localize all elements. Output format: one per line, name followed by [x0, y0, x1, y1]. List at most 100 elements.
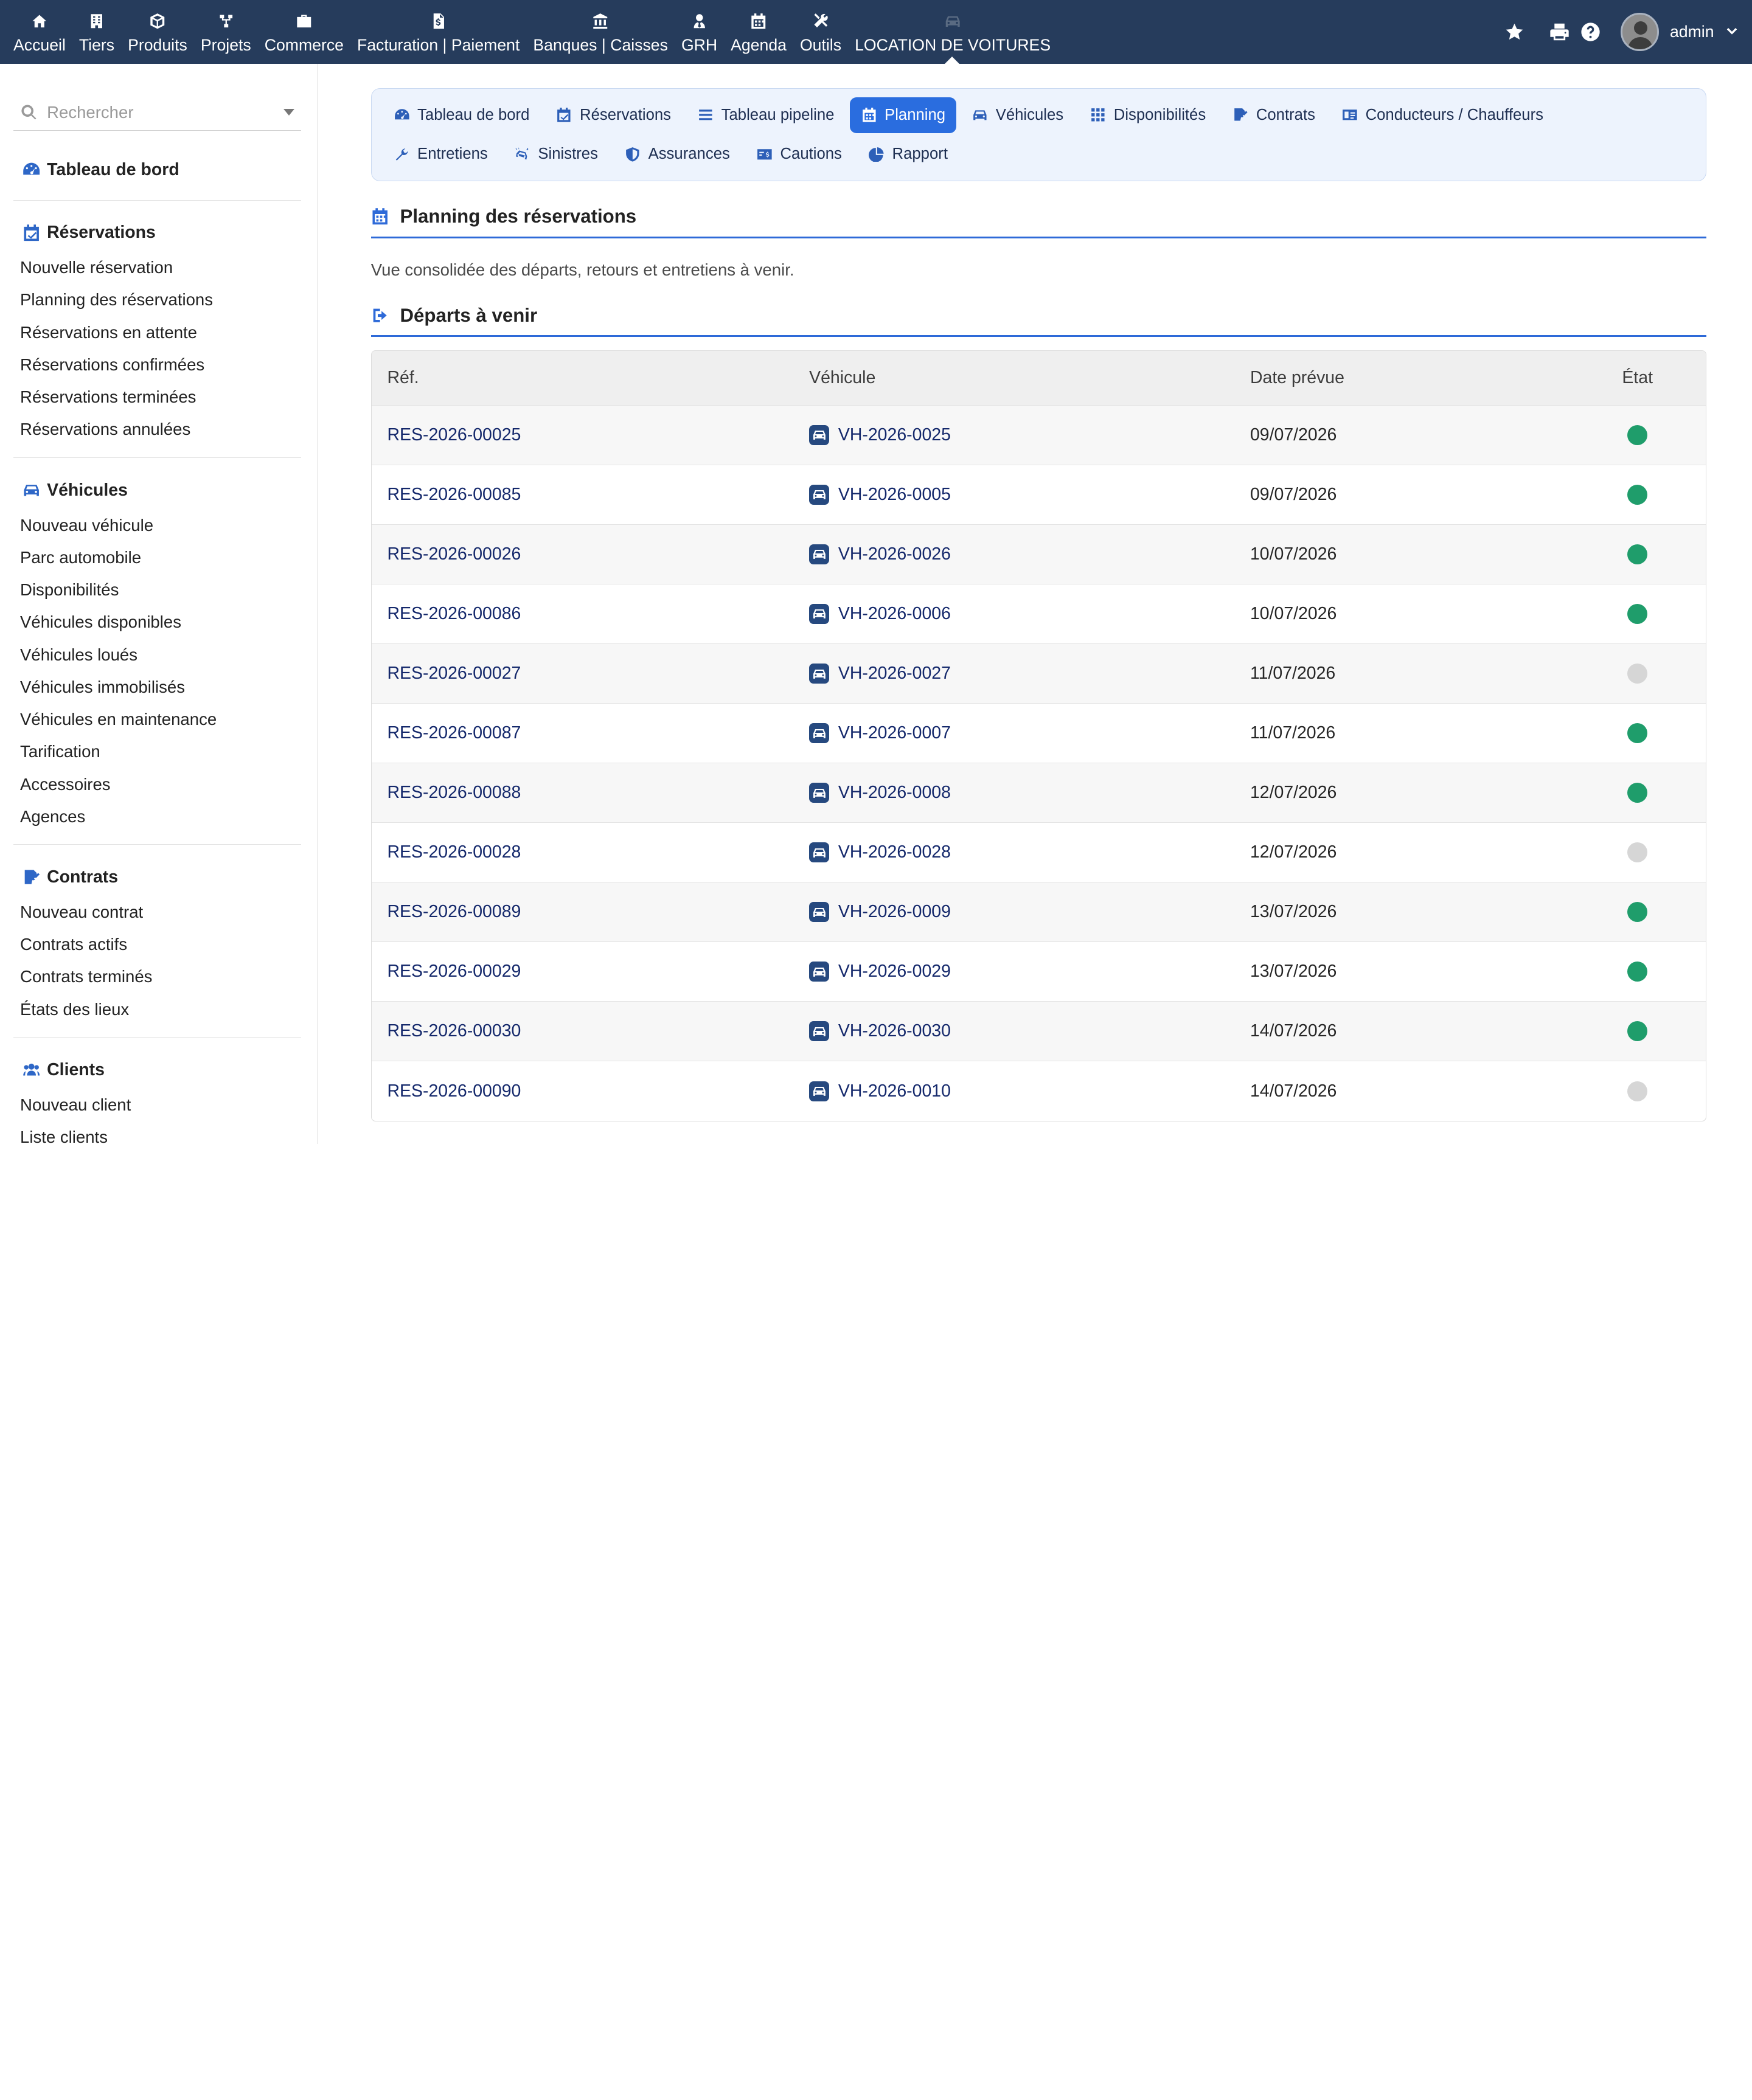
user-avatar[interactable] — [1621, 13, 1659, 51]
vehicle-link[interactable]: VH-2026-0010 — [838, 1081, 951, 1101]
vehicle-icon — [809, 962, 830, 982]
page-description: Vue consolidée des départs, retours et e… — [370, 260, 794, 280]
reservation-ref-link[interactable]: RES-2026-00027 — [387, 664, 521, 683]
sidebar-item-parc-automobile[interactable]: Parc automobile — [13, 542, 301, 574]
sidebar-item-nouvelle-reservation[interactable]: Nouvelle réservation — [13, 252, 301, 284]
sidebar-item-accessoires[interactable]: Accessoires — [13, 768, 301, 800]
vehicle-link[interactable]: VH-2026-0029 — [838, 962, 951, 982]
search-dropdown-caret-icon[interactable] — [283, 109, 294, 116]
sidebar-heading-contrats[interactable]: Contrats — [13, 858, 301, 896]
reservation-ref-link[interactable]: RES-2026-00026 — [387, 544, 521, 564]
tab-rapport[interactable]: Rapport — [858, 136, 959, 172]
top-nav-item-tiers[interactable]: Tiers — [72, 0, 121, 64]
sidebar-item-reservations-terminees[interactable]: Réservations terminées — [13, 381, 301, 414]
vehicle-link[interactable]: VH-2026-0030 — [838, 1021, 951, 1041]
sidebar-item-vehicules-immobilises[interactable]: Véhicules immobilisés — [13, 671, 301, 704]
sidebar-item-vehicules-en-maintenance[interactable]: Véhicules en maintenance — [13, 704, 301, 736]
sidebar-item-nouveau-client[interactable]: Nouveau client — [13, 1089, 301, 1121]
reservation-ref-link[interactable]: RES-2026-00029 — [387, 962, 521, 981]
tab-label: Sinistres — [538, 145, 598, 163]
reservation-ref-link[interactable]: RES-2026-00030 — [387, 1021, 521, 1041]
column-header-ref[interactable]: Réf. — [372, 368, 794, 388]
sidebar-item-nouveau-vehicule[interactable]: Nouveau véhicule — [13, 509, 301, 541]
home-icon — [31, 11, 48, 31]
reservation-ref-link[interactable]: RES-2026-00086 — [387, 604, 521, 623]
reservation-ref-link[interactable]: RES-2026-00088 — [387, 783, 521, 802]
tab-cautions[interactable]: Cautions — [746, 136, 853, 172]
reservation-ref-link[interactable]: RES-2026-00028 — [387, 842, 521, 862]
top-nav-item-accueil[interactable]: Accueil — [7, 0, 72, 64]
tab-sinistres[interactable]: Sinistres — [503, 136, 609, 172]
tab-tableau-pipeline[interactable]: Tableau pipeline — [687, 97, 846, 133]
vehicle-link[interactable]: VH-2026-0025 — [838, 425, 951, 445]
sidebar-item-agences[interactable]: Agences — [13, 801, 301, 833]
reservation-ref-link[interactable]: RES-2026-00090 — [387, 1081, 521, 1101]
chevron-down-icon[interactable] — [1725, 25, 1739, 38]
column-header-status[interactable]: État — [1569, 368, 1706, 388]
vehicle-link[interactable]: VH-2026-0028 — [838, 842, 951, 862]
sidebar-item-disponibilites[interactable]: Disponibilités — [13, 574, 301, 606]
planned-date: 12/07/2026 — [1250, 842, 1337, 862]
sidebar-item-planning-des-reservations[interactable]: Planning des réservations — [13, 284, 301, 316]
reservation-ref-link[interactable]: RES-2026-00025 — [387, 425, 521, 445]
top-nav-item-commerce[interactable]: Commerce — [258, 0, 350, 64]
sidebar-item-reservations-confirmees[interactable]: Réservations confirmées — [13, 349, 301, 381]
sidebar-item-vehicules-loues[interactable]: Véhicules loués — [13, 639, 301, 671]
tab-tableau-de-bord[interactable]: Tableau de bord — [383, 97, 541, 133]
star-icon[interactable] — [1504, 22, 1524, 42]
help-icon[interactable] — [1580, 22, 1601, 42]
status-dot — [1627, 603, 1648, 624]
reservation-ref-link[interactable]: RES-2026-00085 — [387, 485, 521, 504]
vehicle-link[interactable]: VH-2026-0008 — [838, 783, 951, 803]
tab-entretiens[interactable]: Entretiens — [383, 136, 499, 172]
tab-conducteurs-chauffeurs[interactable]: Conducteurs / Chauffeurs — [1331, 97, 1555, 133]
planned-date: 10/07/2026 — [1250, 544, 1337, 564]
top-nav-item-location-de-voitures[interactable]: LOCATION DE VOITURES — [848, 0, 1057, 64]
sidebar-item-nouveau-contrat[interactable]: Nouveau contrat — [13, 896, 301, 929]
sidebar-item-contrats-termines[interactable]: Contrats terminés — [13, 961, 301, 993]
status-dot — [1627, 842, 1648, 863]
vehicle-link[interactable]: VH-2026-0005 — [838, 485, 951, 505]
user-name[interactable]: admin — [1670, 23, 1714, 41]
tab-disponibilites[interactable]: Disponibilités — [1079, 97, 1217, 133]
column-header-date[interactable]: Date prévue — [1234, 368, 1569, 388]
sidebar-item-liste-clients[interactable]: Liste clients — [13, 1121, 301, 1144]
reservation-ref-link[interactable]: RES-2026-00089 — [387, 902, 521, 921]
sidebar-heading-reservations[interactable]: Réservations — [13, 214, 301, 252]
column-header-vehicle[interactable]: Véhicule — [793, 368, 1234, 388]
search-box[interactable]: Rechercher — [13, 95, 301, 131]
search-input[interactable]: Rechercher — [47, 103, 274, 122]
tab-reservations[interactable]: Réservations — [545, 97, 682, 133]
top-nav-item-agenda[interactable]: Agenda — [724, 0, 793, 64]
top-nav-item-outils[interactable]: Outils — [793, 0, 848, 64]
top-nav-item-banques-caisses[interactable]: Banques | Caisses — [526, 0, 675, 64]
vehicle-link[interactable]: VH-2026-0027 — [838, 664, 951, 684]
top-nav-item-grh[interactable]: GRH — [675, 0, 724, 64]
tab-planning[interactable]: Planning — [850, 97, 957, 133]
sidebar-item-contrats-actifs[interactable]: Contrats actifs — [13, 929, 301, 961]
vehicle-link[interactable]: VH-2026-0007 — [838, 723, 951, 743]
sidebar-item-reservations-en-attente[interactable]: Réservations en attente — [13, 317, 301, 349]
sidebar-item-etats-des-lieux[interactable]: États des lieux — [13, 993, 301, 1025]
print-icon[interactable] — [1549, 22, 1569, 42]
sidebar-heading-clients[interactable]: Clients — [13, 1051, 301, 1089]
top-nav-item-facturation-paiement[interactable]: Facturation | Paiement — [350, 0, 526, 64]
tab-contrats[interactable]: Contrats — [1222, 97, 1326, 133]
pie-chart-icon — [868, 147, 885, 162]
sidebar-heading-vehicules[interactable]: Véhicules — [13, 471, 301, 509]
page-title-bar: Planning des réservations — [370, 206, 1706, 238]
tab-assurances[interactable]: Assurances — [614, 136, 742, 172]
reservation-ref-link[interactable]: RES-2026-00087 — [387, 723, 521, 743]
sidebar-item-vehicules-disponibles[interactable]: Véhicules disponibles — [13, 606, 301, 639]
vehicle-link[interactable]: VH-2026-0026 — [838, 544, 951, 564]
tab-vehicules[interactable]: Véhicules — [961, 97, 1075, 133]
briefcase-icon — [296, 11, 313, 31]
sidebar-heading-tableau-de-bord[interactable]: Tableau de bord — [13, 151, 301, 189]
top-nav-item-projets[interactable]: Projets — [194, 0, 258, 64]
vehicle-link[interactable]: VH-2026-0009 — [838, 902, 951, 922]
top-nav-item-produits[interactable]: Produits — [121, 0, 194, 64]
sidebar-item-reservations-annulees[interactable]: Réservations annulées — [13, 414, 301, 446]
sidebar-item-tarification[interactable]: Tarification — [13, 736, 301, 768]
dashboard-icon — [394, 107, 410, 123]
vehicle-link[interactable]: VH-2026-0006 — [838, 604, 951, 624]
